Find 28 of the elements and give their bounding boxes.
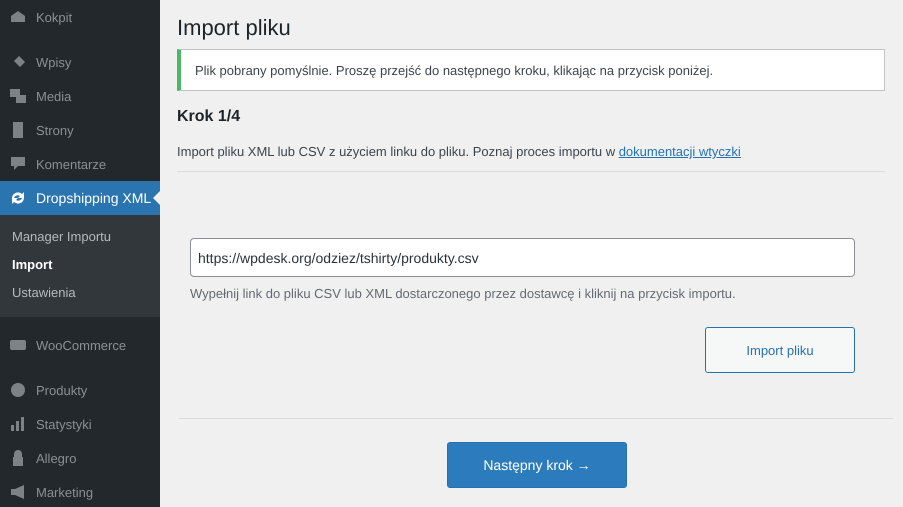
notice-text: Plik pobrany pomyślnie. Proszę przejść do następnego kroku, klikając na przycisk poniżej. — [195, 62, 714, 78]
speech-bubble-icon — [9, 155, 27, 173]
next-step-button[interactable]: Następny krok → — [447, 442, 627, 488]
menu-item[interactable]: Statystyki — [0, 407, 160, 441]
menu-item[interactable]: Dropshipping XML — [0, 181, 160, 215]
url-field[interactable]: https://wpdesk.org/odziez/tshirty/produkty.csv — [190, 238, 855, 277]
hint-text: Wypełnij link do pliku CSV lub XML dostarczonego przez dostawcę i kliknij na przycisk importu. — [190, 286, 737, 301]
menu-item[interactable]: Media — [0, 79, 160, 113]
submenu-item[interactable]: Manager Importu — [0, 223, 160, 251]
menu-item[interactable]: Marketing — [0, 475, 160, 507]
description-text: Import pliku XML lub CSV z użyciem linku do pliku. Poznaj proces importu w dokumentacji wtyczki — [177, 144, 742, 159]
bar-chart-icon — [9, 415, 27, 433]
menu-item[interactable]: Kokpit — [0, 0, 160, 34]
pointer-mark — [153, 191, 160, 205]
page-title: Import pliku — [177, 15, 292, 41]
menu-item[interactable]: Allegro — [0, 441, 160, 475]
menu-item[interactable]: WooCommerce — [0, 328, 160, 362]
step-heading: Krok 1/4 — [177, 108, 242, 126]
menu-item[interactable]: Strony — [0, 113, 160, 147]
documentation-link[interactable]: dokumentacji wtyczki — [618, 144, 741, 159]
media-icon — [9, 87, 27, 105]
import-button[interactable]: Import pliku — [705, 327, 855, 373]
menu-item[interactable]: Wpisy — [0, 45, 160, 79]
menu-item[interactable]: Komentarze — [0, 147, 160, 181]
submenu-item[interactable]: Ustawienia — [0, 279, 160, 307]
megaphone-icon — [9, 483, 27, 501]
submenu-item[interactable]: Import — [0, 251, 160, 279]
menu-item[interactable]: Produkty — [0, 373, 160, 407]
